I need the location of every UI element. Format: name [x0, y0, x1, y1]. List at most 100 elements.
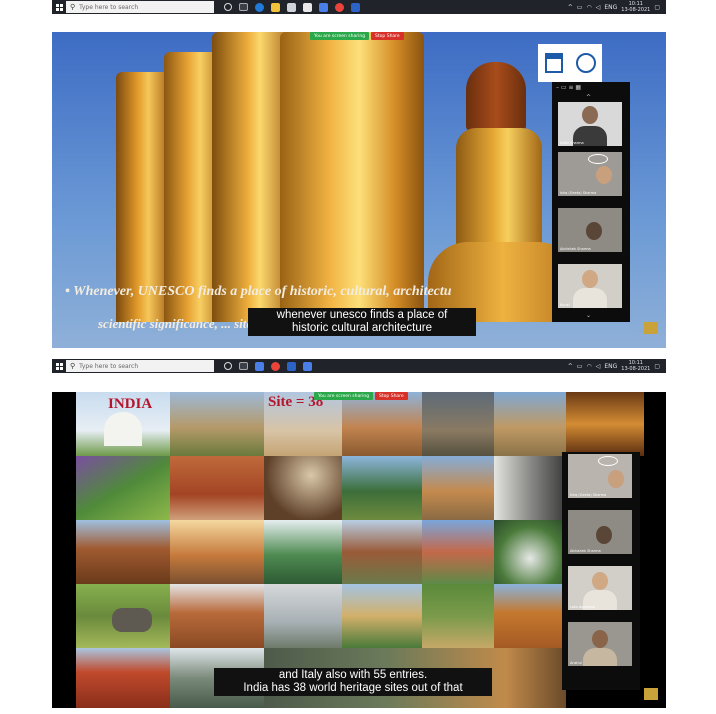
mail-icon[interactable]	[303, 2, 312, 12]
search-placeholder: Type here to search	[79, 362, 139, 370]
slide-text-line-2: scientific significance, ... site.	[98, 316, 256, 331]
search-icon: ⚲	[70, 3, 76, 11]
zoom-corner-icon[interactable]	[644, 688, 658, 700]
participant-face	[582, 106, 598, 124]
participant-tile[interactable]: Ishq (Geeta) Sharma	[568, 454, 632, 498]
heritage-photo-kaziranga	[76, 584, 170, 648]
search-icon: ⚲	[70, 362, 76, 370]
participant-body	[573, 288, 607, 308]
participant-face	[608, 470, 624, 488]
notification-icon[interactable]: ▢	[654, 4, 660, 11]
battery-icon[interactable]: ▭	[577, 363, 583, 370]
participant-body	[583, 648, 617, 666]
caption-line-1: and Italy also with 55 entries.	[278, 669, 428, 681]
word-icon[interactable]	[287, 361, 296, 371]
heritage-photo-church	[494, 392, 566, 456]
stop-share-button[interactable]: Stop Share	[375, 392, 408, 400]
system-tray: ^ ▭ ◠ ◁ ENG 10:11 13-08-2021 ▢	[568, 360, 666, 372]
heritage-photo-mountain-railway	[342, 456, 422, 520]
taskbar-search-box[interactable]: ⚲ Type here to search	[66, 360, 214, 372]
cortana-icon[interactable]	[224, 2, 232, 11]
zoom-icon[interactable]	[319, 2, 328, 12]
taskbar-apps	[224, 2, 360, 12]
heritage-photo-sanchi	[422, 456, 494, 520]
participant-name: Anshul	[570, 661, 582, 665]
panel-controls[interactable]: – ▭ ≡ ▦	[556, 84, 581, 91]
heritage-photo-fatehpur-sikri	[170, 520, 264, 584]
participants-panel: Ishq (Geeta) Sharma Abhishek Sharma Lata…	[562, 452, 640, 690]
heritage-photo-red-fort	[170, 456, 264, 520]
participant-name: Ishq (Geeta) Sharma	[570, 493, 607, 497]
meeting-window-2: INDIA Site = 38 You are screen sharing S…	[52, 392, 666, 708]
zoom-meeting-icon[interactable]	[303, 361, 312, 371]
participant-face	[586, 222, 602, 240]
heritage-photo-red-fort-gate	[76, 648, 170, 708]
participant-face	[596, 526, 612, 544]
participant-tile[interactable]: Abhishek Sharma	[558, 208, 622, 252]
heritage-photo-sundarbans	[422, 584, 494, 648]
notification-icon[interactable]: ▢	[654, 363, 660, 370]
heritage-photo-caves	[422, 392, 494, 456]
participant-face	[592, 572, 608, 590]
volume-icon[interactable]: ◁	[596, 4, 601, 11]
heritage-photo-temple-interior	[566, 392, 644, 456]
participant-name: Kunal	[560, 303, 570, 307]
participant-face	[582, 270, 598, 288]
chevron-up-icon[interactable]: ^	[568, 4, 573, 11]
heritage-photo-chandigarh	[494, 456, 566, 520]
slide-text-line-1: • Whenever, UNESCO finds a place of hist…	[65, 284, 452, 299]
stop-share-button[interactable]: Stop Share	[371, 32, 404, 40]
participant-name: Lata Aggarwal	[570, 605, 596, 609]
screen-sharing-indicator[interactable]: You are screen sharing	[314, 392, 374, 400]
windows-start-icon[interactable]	[52, 0, 66, 14]
participant-tile[interactable]: Ishq (Geeta) Sharma	[558, 152, 622, 196]
share-status-bar: You are screen sharing Stop Share	[310, 32, 404, 40]
taskbar-search-box[interactable]: ⚲ Type here to search	[66, 1, 214, 13]
word-icon[interactable]	[351, 2, 360, 12]
language-indicator[interactable]: ENG	[604, 4, 617, 11]
task-view-icon[interactable]	[239, 2, 248, 11]
chevron-up-icon[interactable]: ^	[586, 94, 591, 101]
edge-icon[interactable]	[255, 2, 264, 12]
ceiling-fan	[598, 456, 618, 466]
caption-line-2: India has 38 world heritage sites out of…	[243, 682, 463, 694]
meeting-window-1: You are screen sharing Stop Share • When…	[52, 32, 666, 348]
store-icon[interactable]	[287, 2, 296, 12]
battery-icon[interactable]: ▭	[577, 4, 583, 11]
participant-name: Abhishek Sharma	[570, 549, 601, 553]
chevron-down-icon[interactable]: ⌄	[586, 312, 591, 319]
taskbar-clock[interactable]: 10:11 13-08-2021	[621, 1, 650, 13]
slide-title-india: INDIA	[108, 396, 153, 412]
participant-tile[interactable]: Lata Aggarwal	[568, 566, 632, 610]
participant-tile[interactable]: Anshul	[568, 622, 632, 666]
unesco-logo	[538, 44, 602, 82]
chrome-icon[interactable]	[335, 2, 344, 12]
clock-date: 13-08-2021	[621, 7, 651, 13]
wifi-icon[interactable]: ◠	[586, 363, 591, 370]
file-explorer-icon[interactable]	[271, 2, 280, 12]
language-indicator[interactable]: ENG	[604, 363, 617, 370]
volume-icon[interactable]: ◁	[596, 363, 601, 370]
wifi-icon[interactable]: ◠	[586, 4, 591, 11]
participants-panel: – ▭ ≡ ▦ ^ Nidhi Sharma Ishq (Geeta) Shar…	[552, 82, 630, 322]
participant-tile[interactable]: Abhishek Sharma	[568, 510, 632, 554]
task-view-icon[interactable]	[239, 361, 248, 370]
participant-name: Ishq (Geeta) Sharma	[560, 191, 597, 195]
taskbar-clock[interactable]: 10:11 13-08-2021	[621, 360, 650, 372]
heritage-photo-mahabodhi	[342, 584, 422, 648]
zoom-corner-icon[interactable]	[644, 322, 658, 334]
live-caption: and Italy also with 55 entries. India ha…	[214, 668, 492, 696]
windows-start-icon[interactable]	[52, 359, 66, 373]
heritage-photo-meenakshi	[494, 584, 566, 648]
participant-tile[interactable]: Kunal	[558, 264, 622, 308]
participant-tile[interactable]: Nidhi Sharma	[558, 102, 622, 146]
chevron-up-icon[interactable]: ^	[568, 363, 573, 370]
chrome-icon[interactable]	[271, 361, 280, 371]
participant-name: Nidhi Sharma	[560, 141, 584, 145]
ceiling-fan	[588, 154, 608, 164]
zoom-icon[interactable]	[255, 361, 264, 371]
participant-name: Abhishek Sharma	[560, 247, 591, 251]
cortana-icon[interactable]	[224, 361, 232, 370]
screen-sharing-indicator[interactable]: You are screen sharing	[310, 32, 370, 40]
heritage-photo-konark	[76, 520, 170, 584]
